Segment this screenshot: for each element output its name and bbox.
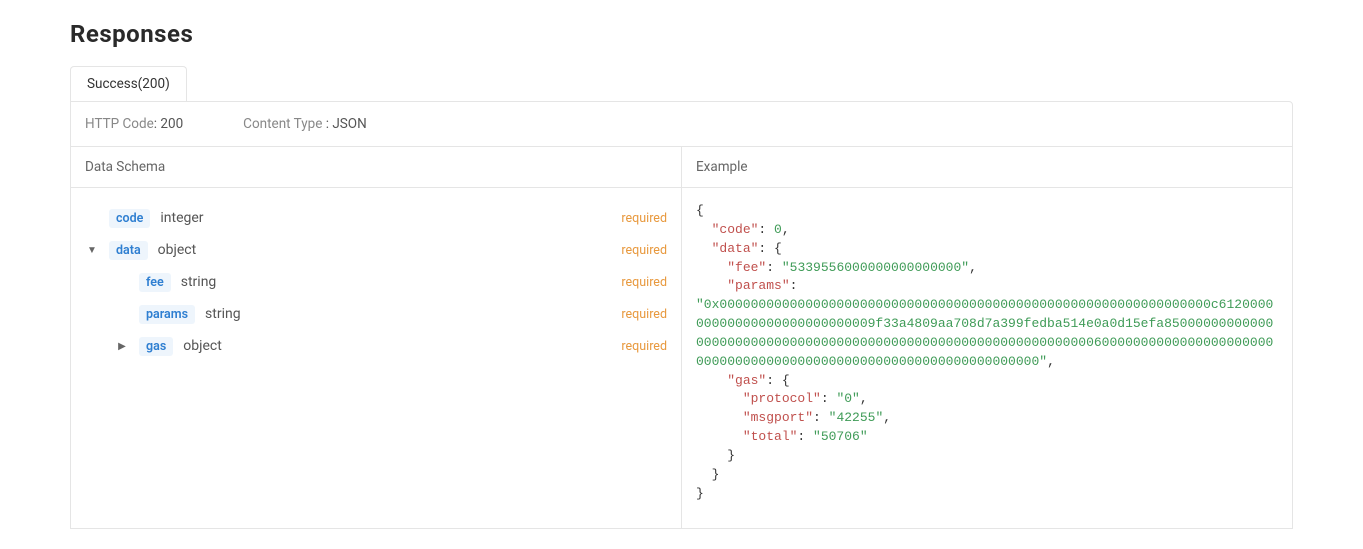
expand-icon[interactable]: ▶ [115,341,129,352]
json-punct: : [797,429,813,444]
json-punct: , [782,222,790,237]
json-punct: : [790,278,798,293]
required-badge: required [621,339,667,354]
schema-column: Data Schema code integer required ▼ data… [71,147,681,528]
http-code: HTTP Code: 200 [85,116,183,132]
prop-type-data: object [158,242,197,258]
content-type-value: : JSON [326,116,367,132]
json-key: "data" [712,241,759,256]
example-header: Example [682,147,1292,188]
json-punct: : [766,373,782,388]
json-key: "total" [743,429,798,444]
json-punct: , [860,391,868,406]
schema-row-data: ▼ data object required [85,234,667,266]
json-key: "fee" [727,260,766,275]
json-string: "42255" [829,410,884,425]
json-key: "params" [727,278,789,293]
json-punct: : [758,241,774,256]
json-punct: : [813,410,829,425]
json-string: "5339556000000000000000" [782,260,969,275]
prop-type-gas: object [183,338,222,354]
required-badge: required [621,307,667,322]
content-type-label: Content Type [243,116,326,132]
meta-row: HTTP Code: 200 Content Type : JSON [71,102,1292,146]
required-badge: required [621,211,667,226]
json-number: 0 [774,222,782,237]
json-punct: , [969,260,977,275]
json-key: "gas" [727,373,766,388]
json-brace: } [712,467,720,482]
schema-row-gas: ▶ gas object required [85,330,667,362]
required-badge: required [621,275,667,290]
schema-body: code integer required ▼ data object requ… [71,188,681,386]
json-key: "msgport" [743,410,813,425]
schema-header: Data Schema [71,147,681,188]
json-brace: { [782,373,790,388]
json-brace: { [696,203,704,218]
http-code-value: : 200 [154,116,183,132]
required-badge: required [621,243,667,258]
json-brace: } [727,448,735,463]
example-body: { "code": 0, "data": { "fee": "533955600… [682,188,1292,528]
json-key: "code" [712,222,759,237]
prop-name-fee: fee [139,273,171,292]
json-punct: , [883,410,891,425]
prop-name-gas: gas [139,337,173,356]
prop-name-data: data [109,241,148,260]
response-panel: HTTP Code: 200 Content Type : JSON Data … [70,101,1293,529]
tab-success-200[interactable]: Success(200) [70,66,187,101]
json-string: "0" [836,391,859,406]
json-string: "0x0000000000000000000000000000000000000… [696,297,1273,369]
json-brace: } [696,486,704,501]
json-punct: : [758,222,774,237]
collapse-icon[interactable]: ▼ [85,245,99,256]
schema-row-code: code integer required [85,202,667,234]
schema-row-params: params string required [85,298,667,330]
response-tabs: Success(200) [70,66,1293,101]
json-punct: : [766,260,782,275]
section-title: Responses [70,20,1293,48]
json-string: "50706" [813,429,868,444]
json-brace: { [774,241,782,256]
json-punct: : [821,391,837,406]
json-key: "protocol" [743,391,821,406]
prop-name-code: code [109,209,150,228]
prop-type-code: integer [160,210,203,226]
json-punct: , [1047,354,1055,369]
schema-row-fee: fee string required [85,266,667,298]
http-code-label: HTTP Code [85,116,154,132]
prop-name-params: params [139,305,195,324]
content-type: Content Type : JSON [243,116,367,132]
schema-example-grid: Data Schema code integer required ▼ data… [71,146,1292,528]
prop-type-fee: string [181,274,217,290]
example-column: Example { "code": 0, "data": { "fee": "5… [681,147,1292,528]
prop-type-params: string [205,306,241,322]
